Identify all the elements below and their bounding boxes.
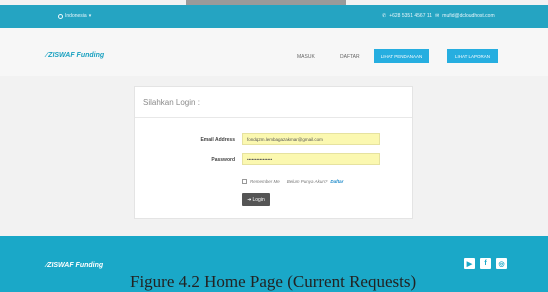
sign-in-icon: ➜: [247, 196, 252, 203]
register-link[interactable]: Daftar: [330, 179, 343, 184]
email-label: Email Address: [200, 137, 235, 143]
divider: [135, 117, 412, 118]
view-reports-button[interactable]: LIHAT LAPORAN: [447, 49, 498, 63]
globe-icon: [58, 13, 63, 19]
instagram-icon[interactable]: ◎: [496, 258, 507, 269]
remember-checkbox[interactable]: [242, 179, 247, 184]
facebook-icon[interactable]: f: [480, 258, 491, 269]
login-panel: Silahkan Login : Email Address fondq2m.l…: [134, 86, 413, 219]
logo-mark-icon: ⁄: [46, 52, 48, 59]
remember-label: Remember Me: [250, 179, 280, 184]
login-title: Silahkan Login :: [143, 98, 200, 107]
password-label: Password: [211, 157, 235, 163]
email-address[interactable]: mufid@dcloudhost.com: [442, 13, 494, 19]
login-button[interactable]: ➜ Login: [242, 193, 270, 206]
phone-number: +628 5351 4567 11: [389, 13, 433, 19]
figure-caption: Figure 4.2 Home Page (Current Requests): [130, 272, 417, 291]
language-label: Indonesia: [65, 13, 87, 19]
phone-icon: ✆: [382, 13, 387, 19]
top-contact-bar: Indonesia ▾ ✆ +628 5351 4567 11 ✉ mufid@…: [0, 5, 548, 28]
nav-daftar-link[interactable]: DAFTAR: [340, 54, 360, 60]
nav-masuk-link[interactable]: MASUK: [297, 54, 315, 60]
brand-logo[interactable]: ⁄ZISWAF Funding: [46, 52, 104, 59]
footer-logo[interactable]: ⁄ZISWAF Funding: [46, 262, 103, 269]
password-field[interactable]: ••••••••••••••••: [242, 153, 380, 165]
mail-icon: ✉: [435, 13, 440, 19]
youtube-icon[interactable]: ▶: [464, 258, 475, 269]
chevron-down-icon: ▾: [88, 13, 92, 19]
page: Indonesia ▾ ✆ +628 5351 4567 11 ✉ mufid@…: [0, 0, 548, 292]
view-funding-button[interactable]: LIHAT PENDANAAN: [374, 49, 429, 63]
language-selector[interactable]: Indonesia ▾: [58, 13, 91, 19]
no-account-text: Belum Punya Akun?: [286, 179, 328, 184]
contact-info: ✆ +628 5351 4567 11 ✉ mufid@dcloudhost.c…: [382, 13, 495, 19]
email-field[interactable]: fondq2m.lembagazakmar@gmail.com: [242, 133, 380, 145]
navbar: ⁄ZISWAF Funding MASUK DAFTAR LIHAT PENDA…: [0, 28, 548, 76]
remember-row: Remember Me Belum Punya Akun? Daftar: [242, 179, 343, 184]
